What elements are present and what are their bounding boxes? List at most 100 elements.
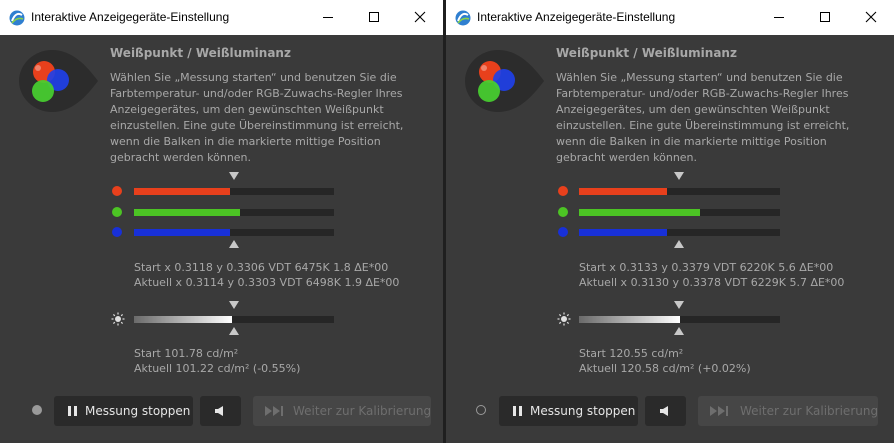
title-bar[interactable]: Interaktive Anzeigegeräte-Einstellung bbox=[446, 0, 894, 35]
minimize-button[interactable] bbox=[756, 0, 802, 35]
luminance-start-value: Start 120.55 cd/m² bbox=[579, 347, 684, 360]
continue-to-calibration-button[interactable]: Weiter zur Kalibrierung bbox=[698, 396, 878, 426]
maximize-button[interactable] bbox=[802, 0, 848, 35]
section-heading: Weißpunkt / Weißluminanz bbox=[556, 46, 737, 60]
instruction-line: Anzeigegerätes, um den gewünschten Weißp… bbox=[110, 103, 384, 116]
red-channel-fill bbox=[134, 188, 230, 195]
close-button[interactable] bbox=[397, 0, 443, 35]
continue-to-calibration-label: Weiter zur Kalibrierung bbox=[293, 404, 432, 418]
green-channel-bar bbox=[134, 209, 334, 216]
instruction-line: gebracht werden können. bbox=[556, 151, 698, 164]
sound-button[interactable] bbox=[645, 396, 686, 426]
close-icon bbox=[865, 11, 877, 23]
rgb-sensor-logo-icon bbox=[465, 50, 544, 112]
close-icon bbox=[414, 11, 426, 23]
pause-icon bbox=[68, 406, 77, 416]
rgb-start-value: Start x 0.3133 y 0.3379 VDT 6220K 5.6 ΔE… bbox=[579, 261, 834, 274]
instruction-line: Farbtemperatur- und/oder RGB-Zuwachs-Reg… bbox=[110, 87, 403, 100]
instruction-line: Wählen Sie „Messung starten“ und benutze… bbox=[556, 71, 843, 84]
minimize-icon bbox=[323, 17, 333, 18]
blue-channel-bar bbox=[579, 229, 780, 236]
target-marker-bottom bbox=[674, 240, 684, 248]
luminance-current-value: Aktuell 101.22 cd/m² (-0.55%) bbox=[134, 362, 301, 375]
instruction-text: Wählen Sie „Messung starten“ und benutze… bbox=[110, 70, 430, 166]
app-icon bbox=[9, 10, 25, 26]
continue-to-calibration-button[interactable]: Weiter zur Kalibrierung bbox=[253, 396, 431, 426]
luminance-fill bbox=[579, 316, 680, 323]
luminance-current-value: Aktuell 120.58 cd/m² (+0.02%) bbox=[579, 362, 751, 375]
green-channel-dot bbox=[112, 207, 122, 217]
instruction-line: Anzeigegerätes, um den gewünschten Weißp… bbox=[556, 103, 830, 116]
maximize-icon bbox=[369, 12, 379, 22]
luminance-target-marker-bottom bbox=[674, 327, 684, 335]
target-marker-bottom bbox=[229, 240, 239, 248]
minimize-icon bbox=[774, 17, 784, 18]
speaker-icon bbox=[660, 406, 668, 416]
rgb-readout: Start x 0.3118 y 0.3306 VDT 6475K 1.8 ΔE… bbox=[134, 260, 399, 290]
rgb-sensor-logo-icon bbox=[19, 50, 98, 112]
maximize-button[interactable] bbox=[351, 0, 397, 35]
stop-measurement-label: Messung stoppen bbox=[530, 404, 636, 418]
green-channel-fill bbox=[579, 209, 700, 216]
skip-forward-icon bbox=[710, 406, 728, 416]
rgb-current-value: Aktuell x 0.3130 y 0.3378 VDT 6229K 5.7 … bbox=[579, 276, 845, 289]
continue-to-calibration-label: Weiter zur Kalibrierung bbox=[740, 404, 879, 418]
instruction-text: Wählen Sie „Messung starten“ und benutze… bbox=[556, 70, 876, 166]
luminance-target-marker-bottom bbox=[229, 327, 239, 335]
green-channel-fill bbox=[134, 209, 240, 216]
blue-channel-dot bbox=[558, 227, 568, 237]
instruction-line: wenn die Balken in die markierte mittige… bbox=[556, 135, 827, 148]
luminance-target-marker-top bbox=[229, 301, 239, 309]
luminance-target-marker-top bbox=[674, 301, 684, 309]
rgb-start-value: Start x 0.3118 y 0.3306 VDT 6475K 1.8 ΔE… bbox=[134, 261, 389, 274]
skip-forward-icon bbox=[265, 406, 283, 416]
instruction-line: gebracht werden können. bbox=[110, 151, 252, 164]
instruction-line: Farbtemperatur- und/oder RGB-Zuwachs-Reg… bbox=[556, 87, 849, 100]
measurement-status-indicator bbox=[476, 405, 486, 415]
luminance-bar bbox=[579, 316, 780, 323]
stop-measurement-button[interactable]: Messung stoppen bbox=[499, 396, 638, 426]
title-bar[interactable]: Interaktive Anzeigegeräte-Einstellung bbox=[0, 0, 443, 35]
rgb-readout: Start x 0.3133 y 0.3379 VDT 6220K 5.6 ΔE… bbox=[579, 260, 844, 290]
app-icon bbox=[455, 10, 471, 26]
red-channel-bar bbox=[579, 188, 780, 195]
luminance-readout: Start 120.55 cd/m² Aktuell 120.58 cd/m² … bbox=[579, 346, 751, 376]
green-channel-bar bbox=[579, 209, 780, 216]
brightness-sun-icon bbox=[111, 312, 125, 326]
stop-measurement-button[interactable]: Messung stoppen bbox=[54, 396, 193, 426]
calibration-window-left: Interaktive Anzeigegeräte-Einstellung We… bbox=[0, 0, 443, 443]
measurement-status-indicator bbox=[32, 405, 42, 415]
luminance-bar bbox=[134, 316, 334, 323]
minimize-button[interactable] bbox=[305, 0, 351, 35]
target-marker-top bbox=[674, 172, 684, 180]
pause-icon bbox=[513, 406, 522, 416]
speaker-icon bbox=[215, 406, 223, 416]
instruction-line: wenn die Balken in die markierte mittige… bbox=[110, 135, 381, 148]
instruction-line: Wählen Sie „Messung starten“ und benutze… bbox=[110, 71, 397, 84]
blue-channel-fill bbox=[579, 229, 667, 236]
red-channel-dot bbox=[112, 186, 122, 196]
stop-measurement-label: Messung stoppen bbox=[85, 404, 191, 418]
red-channel-dot bbox=[558, 186, 568, 196]
red-channel-fill bbox=[579, 188, 667, 195]
maximize-icon bbox=[820, 12, 830, 22]
close-button[interactable] bbox=[848, 0, 894, 35]
luminance-start-value: Start 101.78 cd/m² bbox=[134, 347, 239, 360]
green-channel-dot bbox=[558, 207, 568, 217]
calibration-window-right: Interaktive Anzeigegeräte-Einstellung We… bbox=[446, 0, 894, 443]
section-heading: Weißpunkt / Weißluminanz bbox=[110, 46, 291, 60]
window-title: Interaktive Anzeigegeräte-Einstellung bbox=[477, 10, 676, 24]
rgb-current-value: Aktuell x 0.3114 y 0.3303 VDT 6498K 1.9 … bbox=[134, 276, 400, 289]
red-channel-bar bbox=[134, 188, 334, 195]
target-marker-top bbox=[229, 172, 239, 180]
blue-channel-fill bbox=[134, 229, 230, 236]
blue-channel-dot bbox=[112, 227, 122, 237]
luminance-readout: Start 101.78 cd/m² Aktuell 101.22 cd/m² … bbox=[134, 346, 300, 376]
instruction-line: einzustellen. Eine gute Übereinstimmung … bbox=[110, 119, 404, 132]
instruction-line: einzustellen. Eine gute Übereinstimmung … bbox=[556, 119, 850, 132]
brightness-sun-icon bbox=[557, 312, 571, 326]
sound-button[interactable] bbox=[200, 396, 241, 426]
blue-channel-bar bbox=[134, 229, 334, 236]
window-title: Interaktive Anzeigegeräte-Einstellung bbox=[31, 10, 230, 24]
luminance-fill bbox=[134, 316, 232, 323]
